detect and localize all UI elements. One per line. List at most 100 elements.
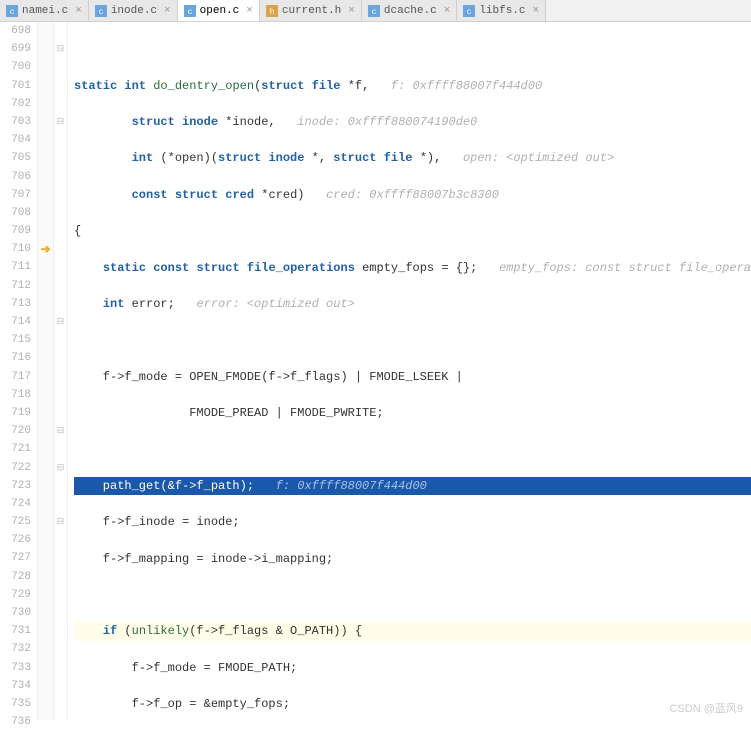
close-icon[interactable]: × [444,5,451,17]
marker-slot [38,586,53,604]
fold-slot[interactable] [54,568,67,586]
fold-slot[interactable] [54,204,67,222]
code-line[interactable] [74,441,751,459]
fold-slot[interactable] [54,622,67,640]
svg-text:c: c [10,8,15,17]
fold-slot[interactable]: ⊟ [54,313,67,331]
tab-dcache[interactable]: c dcache.c × [362,0,457,21]
fold-slot[interactable] [54,659,67,677]
marker-slot [38,258,53,276]
fold-slot[interactable] [54,368,67,386]
fold-slot[interactable] [54,440,67,458]
code-line[interactable]: static const struct file_operations empt… [74,259,751,277]
marker-slot [38,295,53,313]
fold-slot[interactable] [54,295,67,313]
c-file-icon: c [184,5,196,17]
line-number: 730 [0,604,31,622]
line-number: 731 [0,622,31,640]
close-icon[interactable]: × [348,5,355,17]
fold-slot[interactable] [54,677,67,695]
line-number: 718 [0,386,31,404]
marker-slot [38,113,53,131]
tab-namei[interactable]: c namei.c × [0,0,89,21]
code-line[interactable]: static int do_dentry_open(struct file *f… [74,77,751,95]
code-line-highlight[interactable]: if (unlikely(f->f_flags & O_PATH)) { [74,622,751,640]
line-number: 734 [0,677,31,695]
fold-slot[interactable] [54,131,67,149]
code-line[interactable]: { [74,222,751,240]
code-line[interactable]: f->f_op = &empty_fops; [74,695,751,713]
fold-slot[interactable] [54,386,67,404]
fold-slot[interactable] [54,258,67,276]
fold-slot[interactable] [54,58,67,76]
line-number: 716 [0,349,31,367]
fold-slot[interactable] [54,586,67,604]
fold-slot[interactable]: ⊟ [54,40,67,58]
code-line[interactable] [74,586,751,604]
fold-slot[interactable] [54,604,67,622]
line-number: 703 [0,113,31,131]
marker-slot [38,495,53,513]
marker-slot [38,477,53,495]
code-line[interactable]: f->f_mode = FMODE_PATH; [74,659,751,677]
line-number: 736 [0,713,31,731]
tab-open[interactable]: c open.c × [178,0,260,21]
code-line[interactable]: f->f_inode = inode; [74,513,751,531]
fold-slot[interactable] [54,404,67,422]
tab-inode[interactable]: c inode.c × [89,0,178,21]
close-icon[interactable]: × [75,5,82,17]
fold-slot[interactable] [54,149,67,167]
fold-slot[interactable] [54,168,67,186]
line-number: 721 [0,440,31,458]
marker-slot [38,40,53,58]
code-area[interactable]: static int do_dentry_open(struct file *f… [68,22,751,720]
close-icon[interactable]: × [246,5,253,17]
code-line[interactable]: struct inode *inode, inode: 0xffff880074… [74,113,751,131]
fold-slot[interactable] [54,186,67,204]
fold-slot[interactable] [54,77,67,95]
fold-slot[interactable] [54,22,67,40]
fold-slot[interactable]: ⊟ [54,459,67,477]
fold-slot[interactable]: ⊟ [54,113,67,131]
fold-slot[interactable] [54,549,67,567]
marker-slot [38,695,53,713]
fold-slot[interactable] [54,240,67,258]
line-number: 711 [0,258,31,276]
code-editor: 6986997007017027037047057067077087097107… [0,22,751,720]
code-line[interactable]: const struct cred *cred) cred: 0xffff880… [74,186,751,204]
fold-slot[interactable] [54,277,67,295]
code-line[interactable] [74,40,751,58]
fold-slot[interactable] [54,695,67,713]
fold-slot[interactable] [54,349,67,367]
fold-slot[interactable] [54,713,67,731]
tab-label: open.c [200,5,240,17]
code-line[interactable] [74,331,751,349]
tab-current[interactable]: h current.h × [260,0,362,21]
code-line-current[interactable]: path_get(&f->f_path); f: 0xffff88007f444… [74,477,751,495]
fold-slot[interactable] [54,331,67,349]
fold-slot[interactable] [54,222,67,240]
c-file-icon: c [6,5,18,17]
fold-slot[interactable] [54,640,67,658]
code-line[interactable]: int (*open)(struct inode *, struct file … [74,149,751,167]
code-line[interactable]: int error; error: <optimized out> [74,295,751,313]
marker-slot [38,404,53,422]
code-line[interactable]: f->f_mode = OPEN_FMODE(f->f_flags) | FMO… [74,368,751,386]
close-icon[interactable]: × [164,5,171,17]
fold-slot[interactable]: ⊟ [54,422,67,440]
fold-slot[interactable]: ⊟ [54,513,67,531]
marker-slot [38,204,53,222]
fold-slot[interactable] [54,477,67,495]
marker-slot: ➔ [38,240,53,258]
line-number: 705 [0,149,31,167]
code-line[interactable]: f->f_mapping = inode->i_mapping; [74,550,751,568]
svg-text:c: c [98,8,103,17]
code-line[interactable]: FMODE_PREAD | FMODE_PWRITE; [74,404,751,422]
tab-libfs[interactable]: c libfs.c × [457,0,546,21]
line-number: 701 [0,77,31,95]
fold-slot[interactable] [54,95,67,113]
fold-slot[interactable] [54,531,67,549]
line-number: 699 [0,40,31,58]
close-icon[interactable]: × [533,5,540,17]
fold-slot[interactable] [54,495,67,513]
